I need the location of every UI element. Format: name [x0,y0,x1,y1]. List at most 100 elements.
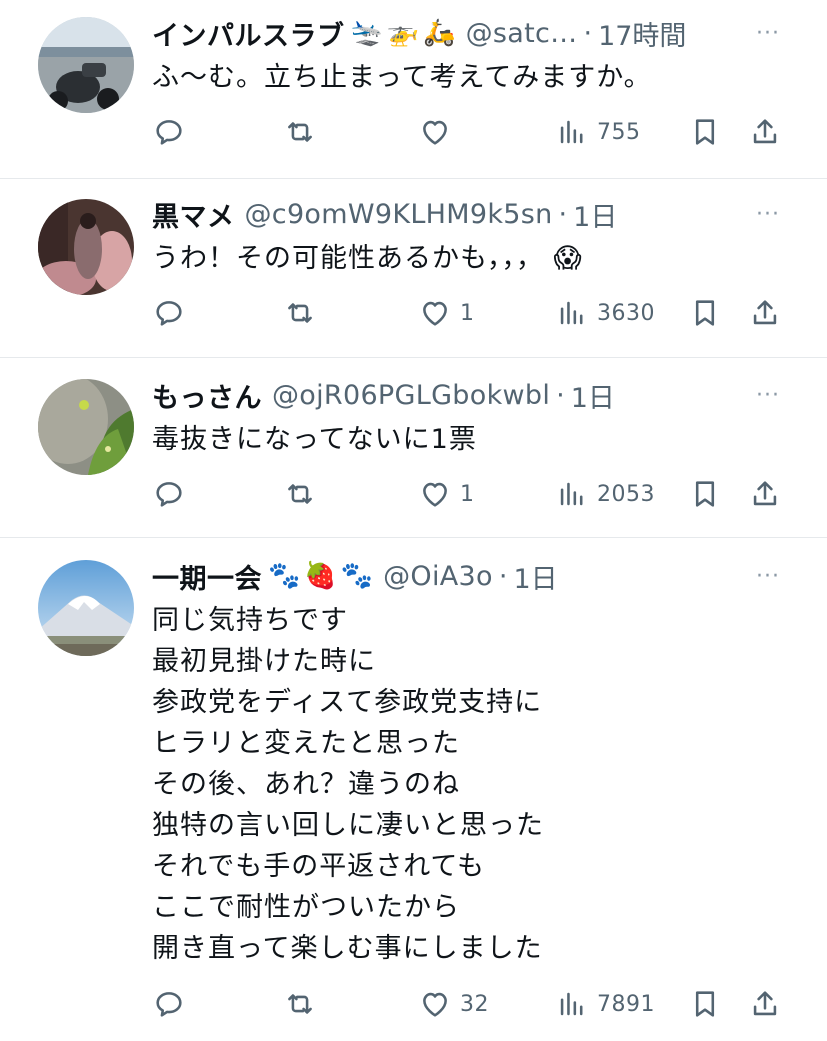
user-handle[interactable]: @ojR06PGLGbokwbl [272,380,550,411]
tweet-text-line: ここで耐性がついたから [152,892,460,923]
timestamp[interactable]: 1日 [573,195,617,234]
bookmark-icon [695,300,715,326]
tweet-3[interactable]: もっさん @ojR06PGLGbokwbl · 1日 ··· 毒抜きになってない… [0,358,827,537]
display-name[interactable]: もっさん [152,376,262,415]
tweet-actions: 755 [0,110,827,154]
tweet-text-line: 開き直って楽しむ事にしました [152,933,543,964]
more-options-icon[interactable]: ··· [751,194,785,234]
retweet-button[interactable] [283,110,325,154]
timestamp[interactable]: 1日 [571,376,615,415]
reply-icon [156,120,182,145]
reply-button[interactable] [152,110,194,154]
retweet-button[interactable] [283,472,325,516]
share-button[interactable] [748,982,782,1026]
avatar[interactable] [38,560,134,656]
more-options-icon[interactable]: ··· [751,13,785,53]
avatar-image [38,199,134,295]
tweet-text-line: 最初見掛けた時に [152,646,376,677]
tweet-text-line: それでも手の平返されても [152,851,486,882]
tweet-text-line: うわ！その可能性あるかも，，， 😱 [152,243,583,274]
separator-dot: · [558,198,568,230]
share-icon [753,300,777,325]
tweet-actions: 32 7891 [0,982,827,1026]
share-icon [753,991,777,1016]
reply-icon [156,301,182,326]
bookmark-button[interactable] [688,982,722,1026]
bookmark-icon [695,481,715,507]
user-handle[interactable]: @satc… [466,18,578,49]
tweet-text-line: ヒラリと変えたと思った [152,728,460,759]
display-name[interactable]: 黒マメ [152,195,235,234]
share-button[interactable] [748,110,782,154]
avatar[interactable] [38,17,134,113]
views-button[interactable]: 7891 [555,982,655,1026]
tweet-actions: 1 2053 [0,472,827,516]
reply-button[interactable] [152,982,194,1026]
avatar-image [38,379,134,475]
tweet-2[interactable]: 黒マメ @c9omW9KLHM9k5sn · 1日 ··· うわ！その可能性ある… [0,179,827,357]
views-button[interactable]: 755 [555,110,641,154]
views-count: 755 [597,119,641,145]
paw-prints-icon: 🐾 [340,561,374,591]
user-handle[interactable]: @c9omW9KLHM9k5sn [245,199,553,230]
name-emojis: 🐾 🍓 🐾 [268,563,373,589]
share-icon [753,481,777,506]
more-options-icon[interactable]: ··· [751,556,785,596]
tweet-header: 一期一会 🐾 🍓 🐾 @OiA3o · 1日 [152,556,767,596]
avatar[interactable] [38,199,134,295]
avatar-image [38,560,134,656]
views-icon [560,301,583,325]
views-count: 7891 [597,991,655,1017]
reply-button[interactable] [152,472,194,516]
tweet-1[interactable]: インパルスラブ 🛬 🚁 🛵 @satc… · 17時間 ··· ふ〜む。立ち止ま… [0,0,827,178]
tweet-text-line: その後、あれ？違うのね [152,769,460,800]
like-button[interactable]: 1 [418,472,475,516]
share-icon [753,119,777,144]
reply-button[interactable] [152,291,194,335]
avatar-image [38,17,134,113]
like-button[interactable]: 1 [418,291,475,335]
bookmark-button[interactable] [688,472,722,516]
tweet-actions: 1 3630 [0,291,827,335]
heart-icon [423,120,447,145]
display-name[interactable]: 一期一会 [152,557,262,596]
retweet-icon [288,303,312,323]
like-button[interactable] [418,110,460,154]
bookmark-button[interactable] [688,291,722,335]
separator-dot: · [583,17,593,49]
tweet-header: もっさん @ojR06PGLGbokwbl · 1日 [152,375,767,415]
tweet-text: ふ〜む。立ち止まって考えてみますか。 [152,57,787,98]
views-button[interactable]: 2053 [555,472,655,516]
like-count: 32 [460,991,489,1017]
tweet-header: インパルスラブ 🛬 🚁 🛵 @satc… · 17時間 [152,13,767,53]
views-icon [560,482,583,506]
avatar[interactable] [38,379,134,475]
retweet-button[interactable] [283,291,325,335]
tweet-text-line: 参政党をディスて参政党支持に [152,687,543,718]
strawberry-icon: 🍓 [304,561,337,591]
more-options-icon[interactable]: ··· [751,375,785,415]
bookmark-icon [695,119,715,145]
retweet-button[interactable] [283,982,325,1026]
views-count: 2053 [597,481,655,507]
share-button[interactable] [748,472,782,516]
tweet-4[interactable]: 一期一会 🐾 🍓 🐾 @OiA3o · 1日 ··· 同じ気持ちです 最初見掛け… [0,538,827,1041]
tweet-text-line: 同じ気持ちです [152,605,348,636]
user-handle[interactable]: @OiA3o [383,561,493,592]
timestamp[interactable]: 17時間 [598,14,686,53]
views-button[interactable]: 3630 [555,291,655,335]
tweet-text-line: 独特の言い回しに凄いと思った [152,810,544,841]
bookmark-icon [695,991,715,1017]
tweet-text-line: 毒抜きになってないに1票 [152,424,477,455]
timestamp[interactable]: 1日 [513,557,557,596]
display-name[interactable]: インパルスラブ [152,14,345,53]
retweet-icon [288,994,312,1014]
paw-prints-icon: 🐾 [268,561,301,591]
share-button[interactable] [748,291,782,335]
like-button[interactable]: 32 [418,982,489,1026]
bookmark-button[interactable] [688,110,722,154]
views-count: 3630 [597,300,655,326]
views-icon [560,120,583,144]
reply-icon [156,482,182,507]
tweet-text-line: ふ〜む。立ち止まって考えてみますか。 [152,62,652,93]
